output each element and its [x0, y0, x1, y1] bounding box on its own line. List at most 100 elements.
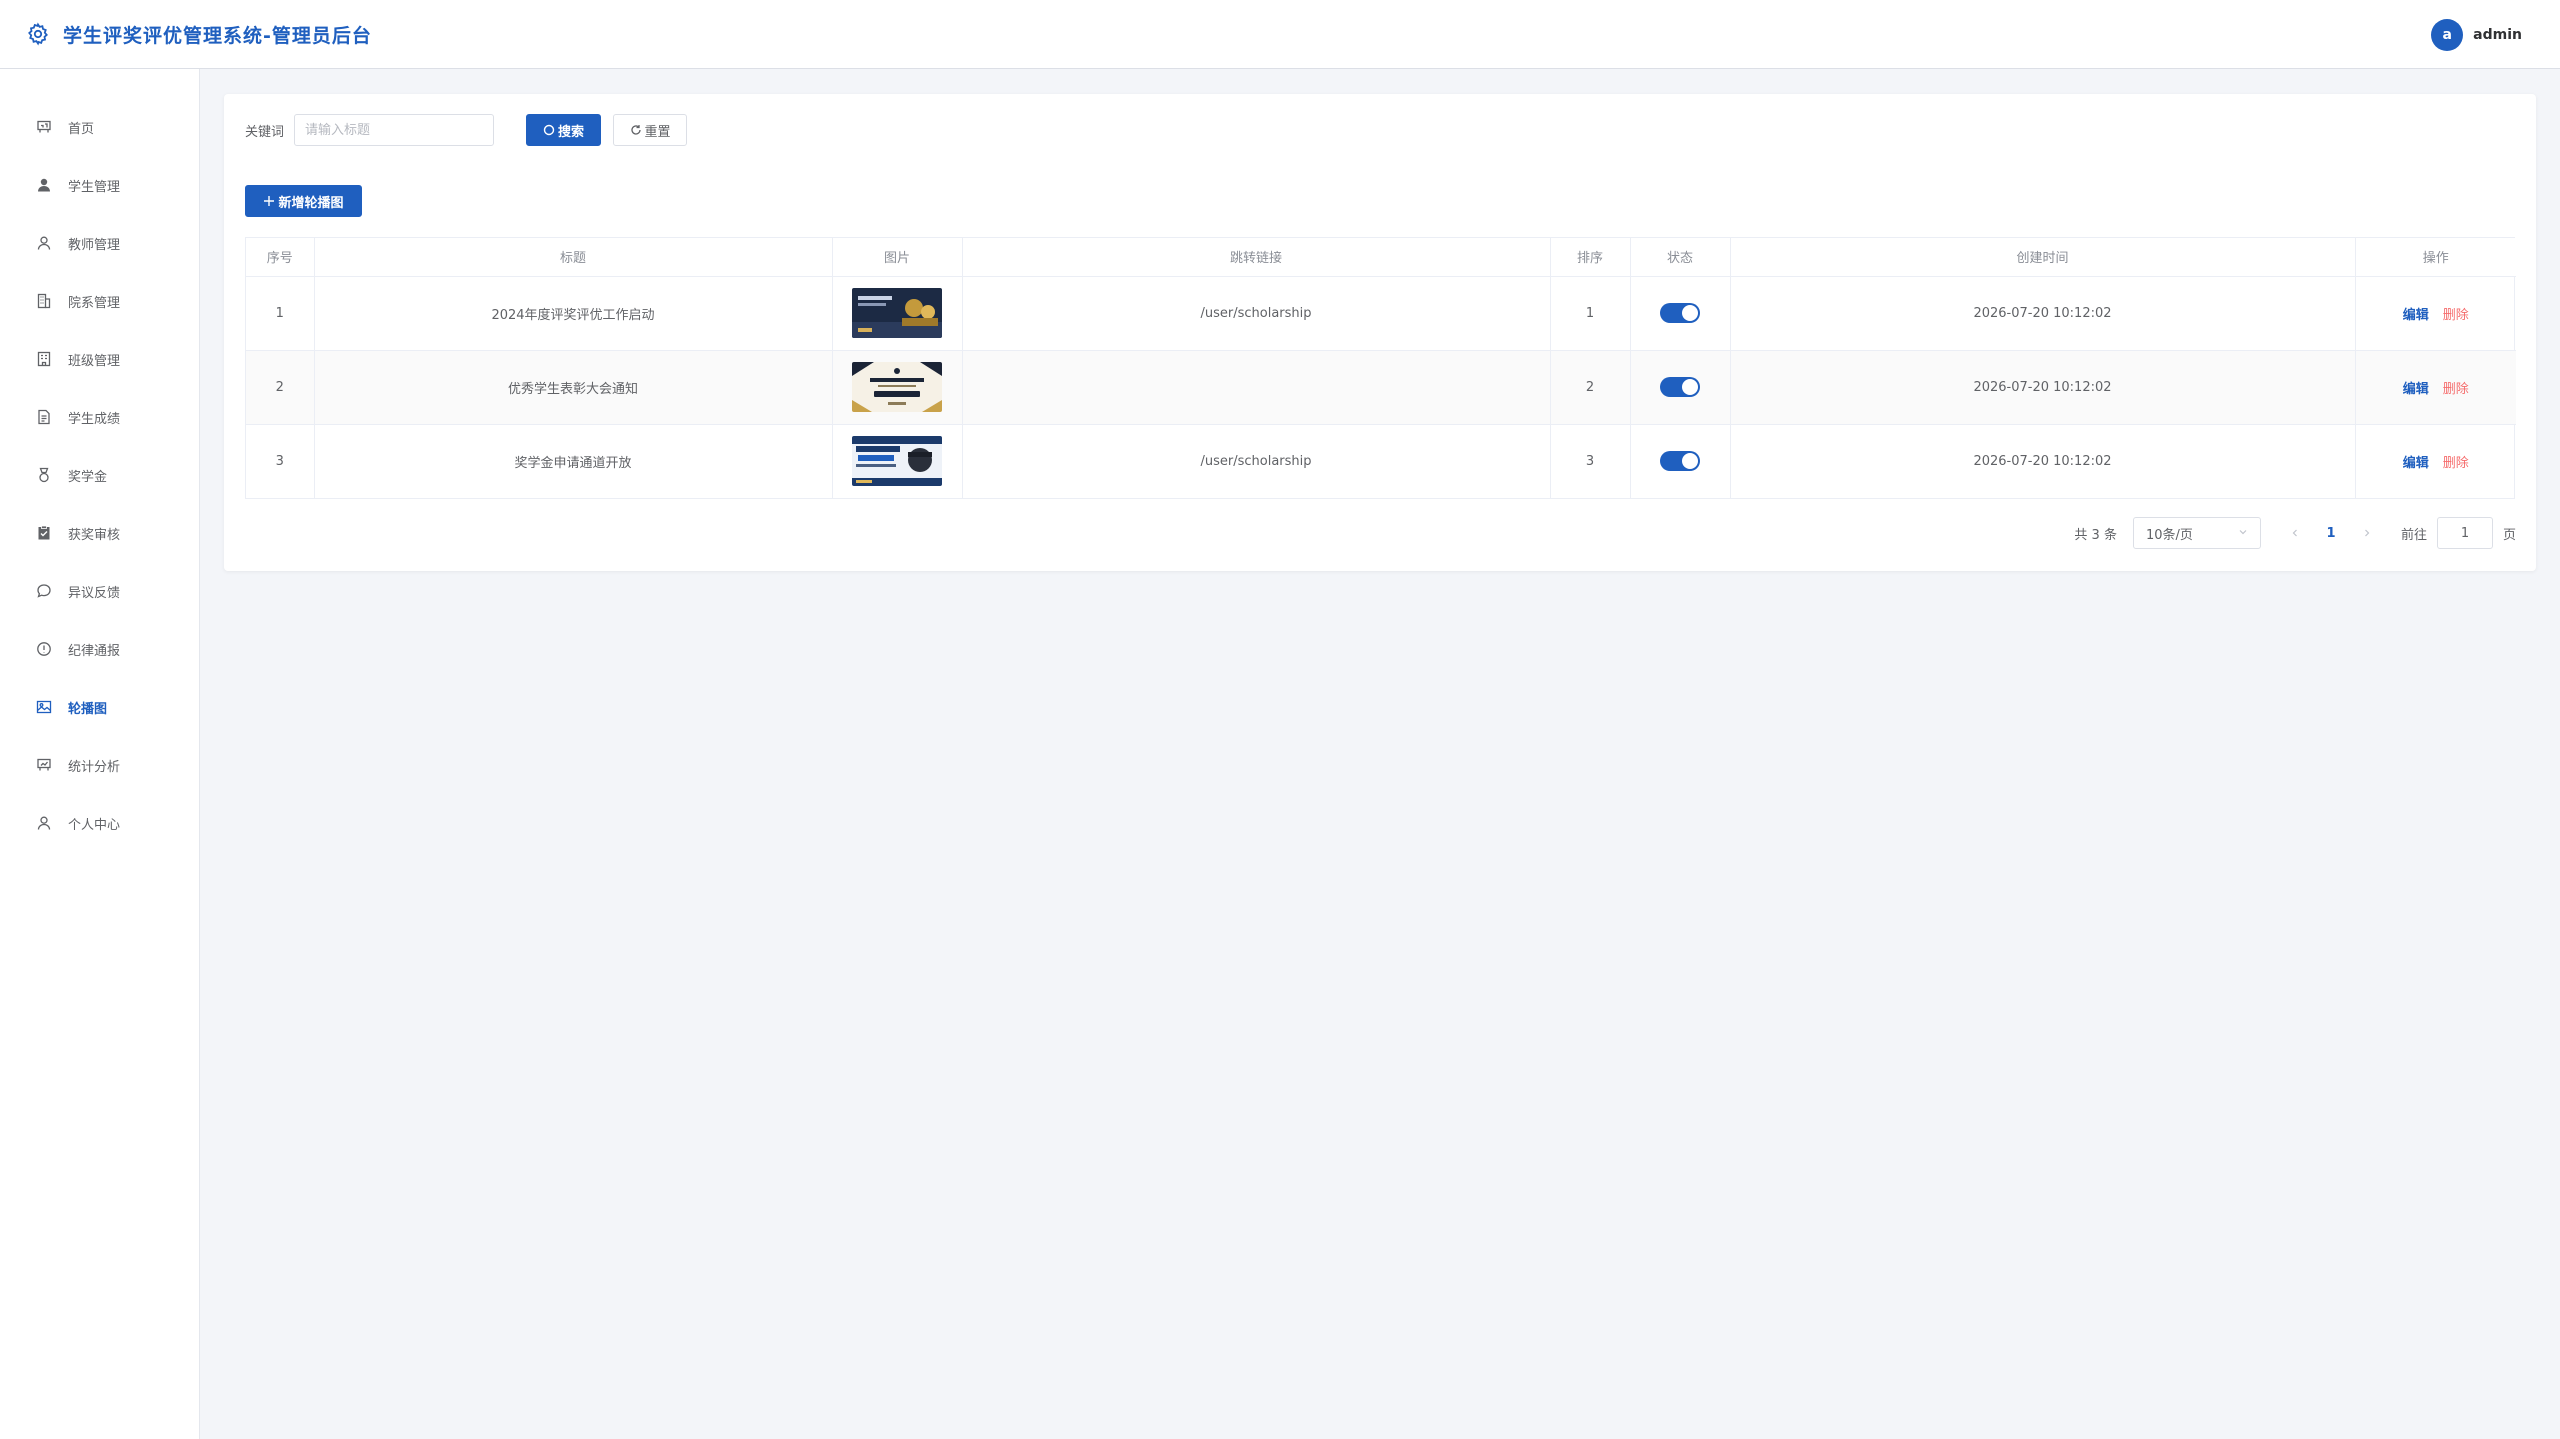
top-header: 学生评奖评优管理系统-管理员后台 a admin [0, 0, 2560, 69]
sidebar-item-feedback[interactable]: 异议反馈 [0, 562, 199, 620]
cell-status [1630, 276, 1731, 351]
sidebar-item-label: 轮播图 [68, 701, 108, 717]
cell-created: 2026-07-20 10:12:02 [1730, 350, 2356, 425]
column-header: 序号 [246, 238, 315, 277]
column-header: 状态 [1630, 238, 1731, 277]
search-form: 关键词 搜索 重置 [245, 114, 688, 146]
cell-title: 2024年度评奖评优工作启动 [314, 276, 833, 351]
chevron-right-icon [2365, 529, 2370, 537]
chart-icon [35, 756, 53, 774]
pagination-total: 共 3 条 [2074, 527, 2117, 543]
delete-button[interactable]: 删除 [2443, 456, 2469, 471]
refresh-icon [630, 124, 642, 136]
user-solid-icon [35, 176, 53, 194]
sidebar-item-label: 个人中心 [68, 817, 121, 833]
sidebar-item-label: 统计分析 [68, 759, 121, 775]
next-page-button[interactable] [2355, 528, 2379, 538]
document-icon [35, 408, 53, 426]
toggle-knob [1682, 453, 1698, 470]
warning-icon [35, 640, 53, 658]
goto-page-input[interactable] [2436, 517, 2493, 549]
cell-link [962, 350, 1551, 425]
edit-button[interactable]: 编辑 [2403, 456, 2429, 471]
username[interactable]: admin [2473, 27, 2522, 43]
cell-image [832, 350, 963, 425]
keyword-label: 关键词 [245, 124, 285, 140]
reset-button-label: 重置 [644, 124, 671, 140]
cell-title: 奖学金申请通道开放 [314, 424, 833, 498]
avatar[interactable]: a [2431, 19, 2464, 51]
page-number-current[interactable]: 1 [2317, 526, 2345, 541]
toggle-knob [1682, 379, 1698, 395]
plus-icon [263, 195, 275, 207]
cell-status [1630, 350, 1731, 425]
cell-index: 2 [246, 350, 315, 425]
cell-link: /user/scholarship [962, 424, 1551, 498]
sidebar-item-label: 异议反馈 [68, 585, 121, 601]
table-row: 1 2024年度评奖评优工作启动 /user/scholarship 1 202… [246, 276, 2516, 351]
table-row: 3 奖学金申请通道开放 /user/scholarship 3 2026-07-… [246, 424, 2516, 498]
table-row: 2 优秀学生表彰大会通知 2 2026-07-20 10:12:02 编辑 删除 [246, 350, 2516, 425]
cell-index: 3 [246, 424, 315, 498]
cell-created: 2026-07-20 10:12:02 [1730, 424, 2356, 498]
sidebar-item-departments[interactable]: 院系管理 [0, 272, 199, 330]
edit-button[interactable]: 编辑 [2403, 382, 2429, 397]
status-toggle[interactable] [1660, 377, 1700, 397]
toggle-knob [1682, 305, 1698, 321]
prev-page-button[interactable] [2283, 528, 2307, 538]
column-header: 创建时间 [1730, 238, 2356, 277]
column-header: 跳转链接 [962, 238, 1551, 277]
status-toggle[interactable] [1660, 451, 1700, 472]
sidebar-item-statistics[interactable]: 统计分析 [0, 736, 199, 794]
page-size-select[interactable]: 10条/页 [2132, 517, 2261, 549]
search-button[interactable]: 搜索 [526, 114, 602, 146]
sidebar-item-label: 首页 [68, 121, 95, 137]
sidebar-item-classes[interactable]: 班级管理 [0, 330, 199, 388]
user-menu[interactable]: a admin [2431, 19, 2522, 51]
cell-index: 1 [246, 276, 315, 351]
cell-sort: 2 [1550, 350, 1631, 425]
add-carousel-button[interactable]: 新增轮播图 [245, 185, 362, 217]
home-icon [35, 118, 53, 136]
cell-status [1630, 424, 1731, 498]
sidebar-item-label: 获奖审核 [68, 527, 121, 543]
cell-actions: 编辑 删除 [2355, 350, 2516, 425]
cell-image [832, 424, 963, 498]
keyword-input[interactable] [294, 114, 495, 146]
cell-image [832, 276, 963, 351]
banner-thumbnail[interactable] [852, 288, 942, 338]
column-header: 图片 [832, 238, 963, 277]
medal-icon [35, 466, 53, 484]
status-toggle[interactable] [1660, 303, 1700, 323]
banner-thumbnail[interactable] [852, 436, 942, 487]
sidebar-item-home[interactable]: 首页 [0, 98, 199, 156]
sidebar-item-carousel[interactable]: 轮播图 [0, 678, 199, 736]
sidebar-item-label: 学生管理 [68, 179, 121, 195]
cell-created: 2026-07-20 10:12:02 [1730, 276, 2356, 351]
banner-thumbnail[interactable] [852, 362, 942, 412]
sidebar-item-label: 奖学金 [68, 469, 108, 485]
search-icon [543, 124, 555, 136]
sidebar-item-label: 纪律通报 [68, 643, 121, 659]
picture-icon [35, 698, 53, 716]
sidebar-item-award-review[interactable]: 获奖审核 [0, 504, 199, 562]
chevron-down-icon [2238, 526, 2248, 541]
user-icon [35, 814, 53, 832]
edit-button[interactable]: 编辑 [2403, 308, 2429, 323]
chat-icon [35, 582, 53, 600]
sidebar-item-profile[interactable]: 个人中心 [0, 794, 199, 852]
sidebar-item-scholarship[interactable]: 奖学金 [0, 446, 199, 504]
add-button-label: 新增轮播图 [278, 195, 344, 211]
column-header: 操作 [2355, 238, 2516, 277]
column-header: 排序 [1550, 238, 1631, 277]
reset-button[interactable]: 重置 [613, 114, 688, 146]
sidebar-item-teachers[interactable]: 教师管理 [0, 214, 199, 272]
delete-button[interactable]: 删除 [2443, 382, 2469, 397]
sidebar-item-grades[interactable]: 学生成绩 [0, 388, 199, 446]
sidebar-item-students[interactable]: 学生管理 [0, 156, 199, 214]
cell-title: 优秀学生表彰大会通知 [314, 350, 833, 425]
sidebar-item-label: 学生成绩 [68, 411, 121, 427]
cell-sort: 1 [1550, 276, 1631, 351]
sidebar-item-discipline[interactable]: 纪律通报 [0, 620, 199, 678]
delete-button[interactable]: 删除 [2443, 308, 2469, 323]
